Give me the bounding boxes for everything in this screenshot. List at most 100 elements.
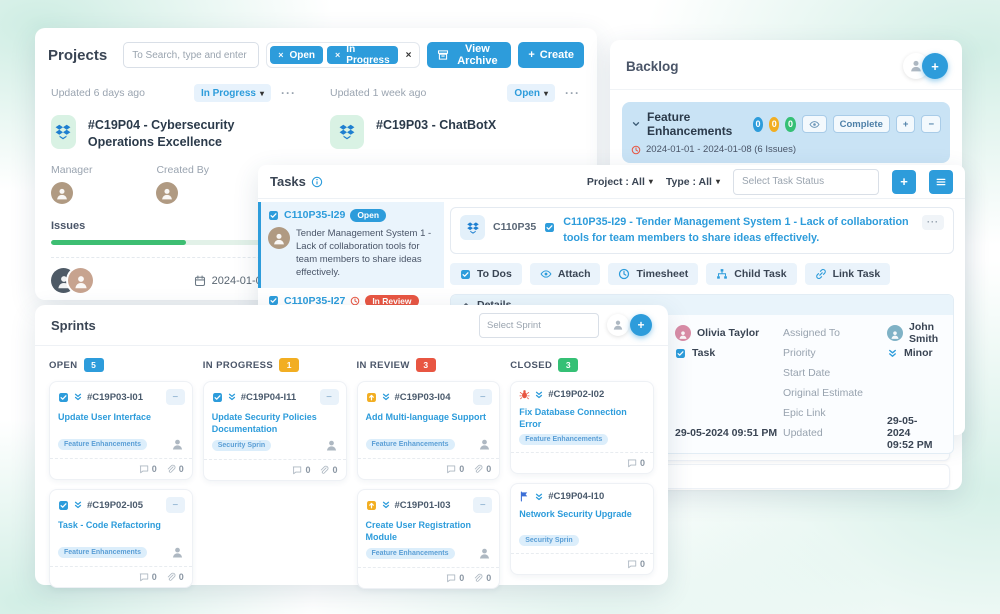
comment-count: 0	[627, 559, 645, 569]
avatar[interactable]	[68, 268, 93, 293]
projects-search-input[interactable]	[123, 42, 259, 68]
assignee-icon[interactable]	[171, 546, 184, 559]
task-status-select[interactable]	[733, 169, 879, 195]
comment-icon	[292, 465, 302, 475]
project-name[interactable]: #C19P03 - ChatBotX	[376, 115, 496, 134]
collapse-card-button[interactable]: −	[320, 389, 339, 405]
priority-minor-icon	[534, 492, 544, 502]
project-status-dropdown[interactable]: Open ▾	[507, 84, 555, 102]
comment-count: 0	[139, 572, 157, 582]
timesheet-button[interactable]: Timesheet	[608, 263, 698, 285]
issue-title[interactable]: Add Multi-language Support	[358, 411, 500, 434]
attachment-count: 0	[319, 465, 337, 475]
chevron-down-icon: ▾	[544, 89, 548, 98]
details-grid: Olivia Taylor Assigned To John Smith Tas…	[675, 323, 939, 443]
sprint-card[interactable]: #C19P03-I01 − Update User Interface Feat…	[49, 381, 193, 480]
avatar[interactable]	[51, 182, 73, 204]
remove-filter-icon[interactable]: ×	[278, 50, 283, 60]
add-backlog-item-button[interactable]: +	[922, 53, 948, 79]
project-code: C110P35	[493, 215, 536, 233]
backlog-section-feature-enhancements: Feature Enhancements 0 0 0 Complete + − …	[622, 102, 950, 163]
column-title: IN PROGRESS	[203, 360, 273, 371]
view-archive-button[interactable]: View Archive	[427, 42, 512, 68]
project-more-button[interactable]: ···	[281, 87, 296, 99]
app-background: Projects × Open × In Progress × View Arc…	[0, 0, 1000, 614]
attachment-count: 0	[166, 464, 184, 474]
issue-title[interactable]: Update Security Policies Documentation	[204, 411, 346, 435]
clear-filters-button[interactable]: ×	[402, 50, 416, 61]
assignee-filter-button[interactable]	[607, 314, 629, 336]
attach-icon	[540, 268, 552, 280]
create-button[interactable]: + Create	[518, 42, 584, 68]
issue-title[interactable]: Fix Database Connection Error	[511, 406, 653, 430]
sprint-card[interactable]: #C19P04-I10 Network Security Upgrade Sec…	[510, 483, 654, 575]
sprint-card[interactable]: #C19P04-I11 − Update Security Policies D…	[203, 381, 347, 481]
priority-minor-icon	[381, 392, 391, 402]
comment-count: 0	[292, 465, 310, 475]
issue-title[interactable]: Task - Code Refactoring	[50, 519, 192, 542]
type-filter-dropdown[interactable]: Type : All ▾	[666, 176, 720, 188]
field-label: Updated	[783, 423, 887, 443]
issue-title[interactable]: Network Security Upgrade	[511, 508, 653, 531]
count-open-badge: 0	[753, 117, 763, 132]
task-type-icon	[58, 392, 69, 403]
collapse-card-button[interactable]: −	[166, 389, 185, 405]
task-more-button[interactable]: ···	[922, 215, 944, 230]
add-task-button[interactable]: +	[892, 170, 916, 194]
filter-chip-group: × Open × In Progress ×	[266, 42, 419, 68]
complete-sprint-button[interactable]: Complete	[833, 115, 890, 133]
assignee-icon[interactable]	[325, 439, 338, 452]
column-closed: CLOSED 3 #C19P02-I02 Fix Database Connec…	[510, 358, 654, 589]
expand-section-button[interactable]: +	[896, 115, 916, 133]
project-filter-dropdown[interactable]: Project : All ▾	[587, 176, 653, 188]
issue-title[interactable]: Update User Interface	[50, 411, 192, 434]
filter-chip-label: In Progress	[346, 44, 389, 66]
filter-chip-in-progress[interactable]: × In Progress	[327, 46, 398, 64]
link-task-button[interactable]: Link Task	[805, 263, 891, 285]
collapse-section-button[interactable]: −	[921, 115, 941, 133]
task-list-item[interactable]: C110P35-I29 Open Tender Management Syste…	[258, 202, 444, 288]
watch-section-button[interactable]	[802, 115, 827, 133]
task-type-icon	[58, 500, 69, 511]
sprint-card[interactable]: #C19P02-I05 − Task - Code Refactoring Fe…	[49, 489, 193, 588]
info-icon[interactable]	[311, 176, 323, 188]
sprint-card[interactable]: #C19P03-I04 − Add Multi-language Support…	[357, 381, 501, 480]
remove-filter-icon[interactable]: ×	[335, 50, 340, 60]
archive-icon	[437, 49, 449, 61]
assignee-icon[interactable]	[478, 438, 491, 451]
sprint-tag: Feature Enhancements	[519, 434, 608, 445]
count-in-progress-badge: 0	[769, 117, 779, 132]
task-menu-button[interactable]	[929, 170, 953, 194]
sprint-card[interactable]: #C19P02-I02 Fix Database Connection Erro…	[510, 381, 654, 474]
avatar[interactable]	[156, 182, 178, 204]
priority-minor-icon	[227, 392, 237, 402]
paperclip-icon	[166, 572, 176, 582]
project-name[interactable]: #C19P04 - Cybersecurity Operations Excel…	[88, 115, 296, 151]
project-status-dropdown[interactable]: In Progress ▾	[194, 84, 271, 102]
assignee-icon[interactable]	[171, 438, 184, 451]
task-summary: Tender Management System 1 - Lack of col…	[296, 227, 435, 280]
child-task-button[interactable]: Child Task	[706, 263, 796, 285]
sprint-tag: Feature Enhancements	[366, 439, 455, 450]
comment-icon	[627, 458, 637, 468]
person-icon	[678, 330, 688, 340]
add-sprint-button[interactable]: +	[630, 314, 652, 336]
collapse-card-button[interactable]: −	[473, 497, 492, 513]
collapse-card-button[interactable]: −	[473, 389, 492, 405]
sprints-panel: Sprints + OPEN 5 #C19P03-I01 −	[35, 305, 668, 585]
issue-title[interactable]: Create User Registration Module	[358, 519, 500, 543]
attach-button[interactable]: Attach	[530, 263, 601, 285]
chevron-down-icon[interactable]	[631, 119, 641, 129]
section-name[interactable]: Feature Enhancements	[647, 110, 737, 138]
sprint-tag: Security Sprin	[519, 535, 578, 546]
sprint-select[interactable]	[479, 313, 599, 338]
project-more-button[interactable]: ···	[565, 87, 580, 99]
todos-button[interactable]: To Dos	[450, 263, 522, 285]
collapse-card-button[interactable]: −	[166, 497, 185, 513]
calendar-icon	[194, 275, 206, 287]
task-detail-title[interactable]: C110P35-I29 - Tender Management System 1…	[563, 215, 914, 246]
assignee-icon[interactable]	[478, 547, 491, 560]
filter-chip-open[interactable]: × Open	[270, 46, 323, 64]
sprint-card[interactable]: #C19P01-I03 − Create User Registration M…	[357, 489, 501, 589]
todo-icon	[460, 269, 471, 280]
